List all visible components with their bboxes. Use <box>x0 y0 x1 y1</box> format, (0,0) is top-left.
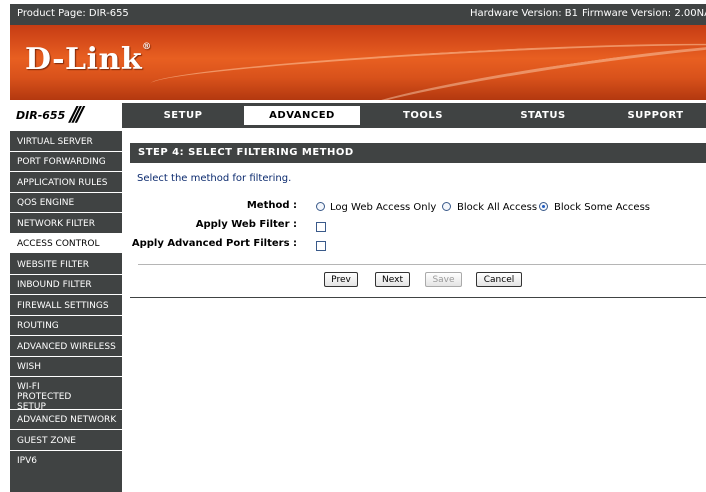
firmware-version-clip: Firmware Version: 2.00NA <box>582 4 706 25</box>
sidebar-item-qos-engine[interactable]: QOS ENGINE <box>10 193 122 213</box>
prev-button[interactable]: Prev <box>324 272 358 287</box>
model-slashes: /// <box>70 102 84 126</box>
apply-port-filters-label: Apply Advanced Port Filters : <box>131 238 297 249</box>
radio-log-web-access-label: Log Web Access Only <box>330 202 437 213</box>
tab-support[interactable]: SUPPORT <box>605 105 706 126</box>
sidebar: VIRTUAL SERVER PORT FORWARDING APPLICATI… <box>10 131 122 492</box>
content-bottom-line <box>130 297 706 298</box>
apply-port-filters-checkbox[interactable] <box>316 241 326 251</box>
sidebar-item-firewall-settings[interactable]: FIREWALL SETTINGS <box>10 295 122 316</box>
hardware-version: Hardware Version: B1 <box>470 8 579 19</box>
radio-block-some-access-label: Block Some Access <box>554 202 650 213</box>
sidebar-item-website-filter[interactable]: WEBSITE FILTER <box>10 254 122 275</box>
product-page-link[interactable]: Product Page: DIR-655 <box>17 8 129 19</box>
sidebar-item-wish[interactable]: WISH <box>10 357 122 377</box>
top-info-bar: Product Page: DIR-655 Hardware Version: … <box>10 4 706 25</box>
sidebar-item-ipv6[interactable]: IPV6 <box>10 451 122 471</box>
main-content: STEP 4: SELECT FILTERING METHOD Select t… <box>129 131 706 311</box>
apply-web-filter-label: Apply Web Filter : <box>195 219 297 230</box>
sidebar-item-wi-fi-protected-setup[interactable]: WI-FI PROTECTED SETUP <box>10 377 122 412</box>
logo-text: D-Link <box>25 42 143 77</box>
trademark-mark: ® <box>142 42 152 52</box>
model-name: DIR-655 <box>16 109 66 122</box>
sidebar-item-advanced-wireless[interactable]: ADVANCED WIRELESS <box>10 336 122 357</box>
radio-block-all-access[interactable] <box>442 202 451 211</box>
method-label: Method : <box>246 200 297 211</box>
sidebar-item-virtual-server[interactable]: VIRTUAL SERVER <box>10 131 122 152</box>
tab-status[interactable]: STATUS <box>484 105 602 126</box>
dlink-logo: D-Link® <box>25 42 152 77</box>
firmware-version: Firmware Version: 2.00NA <box>582 8 706 19</box>
main-nav: DIR-655 /// SETUP ADVANCED TOOLS STATUS … <box>10 102 706 128</box>
model-badge: DIR-655 /// <box>10 102 122 128</box>
sidebar-item-advanced-network[interactable]: ADVANCED NETWORK <box>10 410 122 430</box>
radio-log-web-access[interactable] <box>316 202 325 211</box>
sidebar-item-guest-zone[interactable]: GUEST ZONE <box>10 430 122 451</box>
brand-banner: D-Link® <box>10 25 706 100</box>
next-button[interactable]: Next <box>375 272 410 287</box>
sidebar-item-network-filter[interactable]: NETWORK FILTER <box>10 213 122 234</box>
sidebar-item-port-forwarding[interactable]: PORT FORWARDING <box>10 152 122 172</box>
sidebar-item-application-rules[interactable]: APPLICATION RULES <box>10 172 122 193</box>
cancel-button[interactable]: Cancel <box>476 272 522 287</box>
tab-advanced[interactable]: ADVANCED <box>243 105 361 126</box>
radio-block-some-access[interactable] <box>539 202 548 211</box>
tab-tools[interactable]: TOOLS <box>364 105 482 126</box>
apply-web-filter-checkbox[interactable] <box>316 222 326 232</box>
sidebar-item-access-control[interactable]: ACCESS CONTROL <box>10 234 122 254</box>
tab-setup[interactable]: SETUP <box>124 105 242 126</box>
step-description: Select the method for filtering. <box>137 173 292 184</box>
sidebar-item-routing[interactable]: ROUTING <box>10 316 122 336</box>
section-divider <box>138 264 706 265</box>
sidebar-item-inbound-filter[interactable]: INBOUND FILTER <box>10 275 122 295</box>
step-title: STEP 4: SELECT FILTERING METHOD <box>130 143 706 163</box>
save-button[interactable]: Save <box>425 272 462 287</box>
radio-block-all-access-label: Block All Access <box>457 202 538 213</box>
